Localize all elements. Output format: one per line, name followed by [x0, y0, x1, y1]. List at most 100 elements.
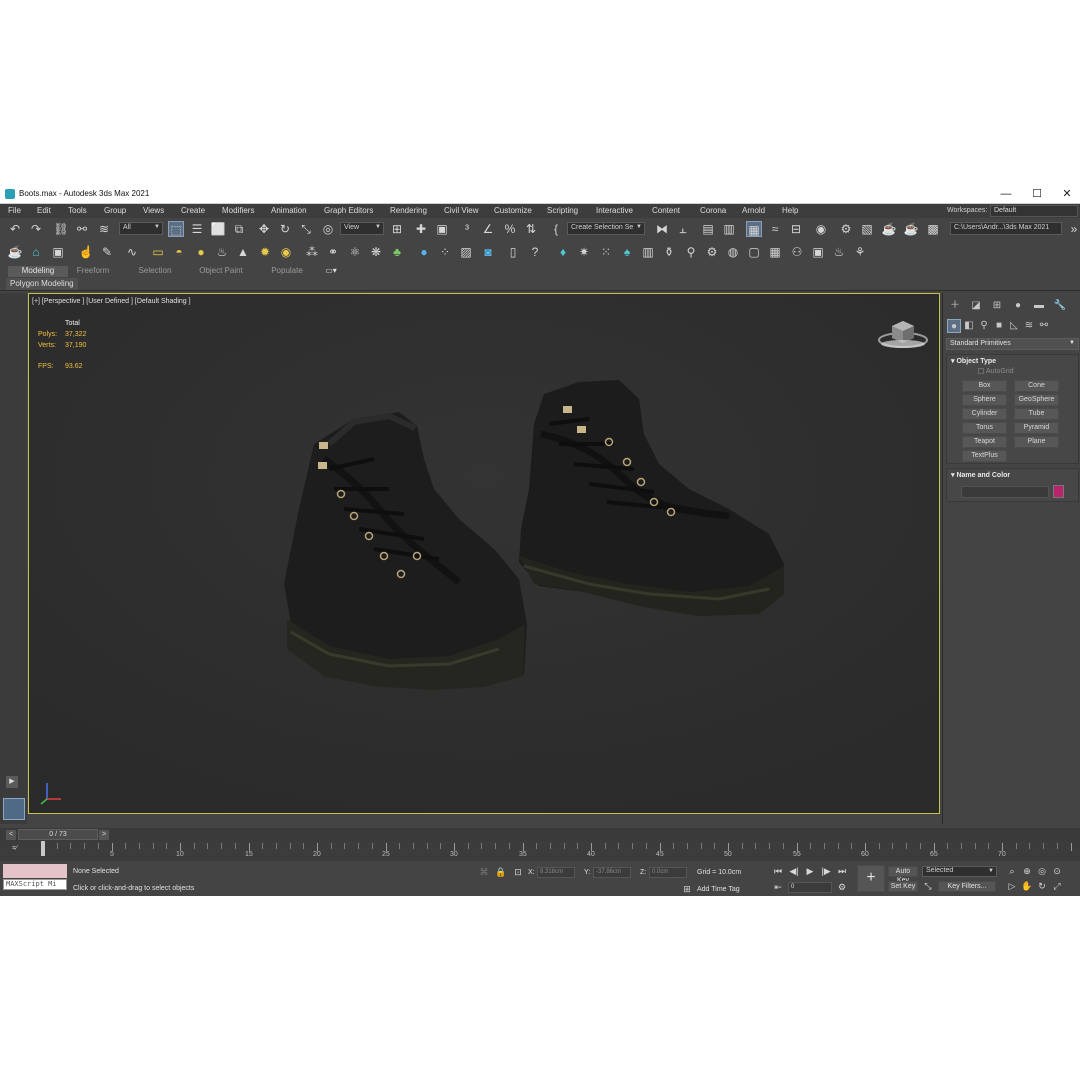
molecule-icon[interactable]: ⚭: [325, 244, 341, 260]
z-coordinate-field[interactable]: 0.0cm: [649, 867, 687, 878]
toggle-ribbon-icon[interactable]: ▦: [746, 221, 762, 237]
maximize-viewport-icon[interactable]: ⤢: [1051, 880, 1063, 892]
move-icon[interactable]: ✥: [256, 221, 272, 237]
key-mode-dropdown[interactable]: Selected ▼: [922, 866, 997, 877]
percent-snap-icon[interactable]: %: [502, 221, 518, 237]
home-icon[interactable]: ⌂: [28, 244, 44, 260]
teapot-button[interactable]: Teapot: [962, 436, 1007, 448]
field-of-view-icon[interactable]: ▷: [1006, 880, 1018, 892]
set-key-button[interactable]: Set Key: [888, 881, 918, 892]
geosphere-button[interactable]: GeoSphere: [1014, 394, 1059, 406]
render-iterative-icon[interactable]: ☕: [903, 221, 919, 237]
sphere-map-icon[interactable]: ◍: [725, 244, 741, 260]
sun-light-icon[interactable]: ✷: [576, 244, 592, 260]
render-production-icon[interactable]: ☕: [881, 221, 897, 237]
time-slider-thumb[interactable]: 0 / 73: [18, 829, 98, 840]
textplus-button[interactable]: TextPlus: [962, 450, 1007, 462]
previous-frame-icon[interactable]: <: [6, 830, 16, 840]
network-icon[interactable]: ⚇: [789, 244, 805, 260]
zoom-extents-all-icon[interactable]: ⊙: [1051, 865, 1063, 877]
menu-corona[interactable]: Corona: [700, 206, 726, 215]
maxscript-listener-input[interactable]: MAXScript Mi: [3, 879, 67, 890]
select-object-icon[interactable]: ⬚: [168, 221, 184, 237]
menu-interactive[interactable]: Interactive: [596, 206, 633, 215]
photo-icon[interactable]: ▨: [458, 244, 474, 260]
menu-arnold[interactable]: Arnold: [742, 206, 765, 215]
play-icon[interactable]: ▶: [804, 865, 816, 877]
menu-rendering[interactable]: Rendering: [390, 206, 427, 215]
tab-modeling[interactable]: Modeling: [8, 266, 68, 277]
motion-tab-icon[interactable]: ●: [1011, 299, 1025, 313]
add-time-tag[interactable]: Add Time Tag: [697, 886, 740, 893]
plant-icon[interactable]: ♣: [389, 244, 405, 260]
menu-graph-editors[interactable]: Graph Editors: [324, 206, 373, 215]
name-and-color-header[interactable]: ▾ Name and Color: [951, 471, 1010, 479]
y-coordinate-field[interactable]: -37.86cm: [593, 867, 631, 878]
teapot-primitive-icon[interactable]: ♨: [214, 244, 230, 260]
tube-button[interactable]: Tube: [1014, 408, 1059, 420]
tab-selection[interactable]: Selection: [132, 266, 178, 277]
select-manipulate-icon[interactable]: ✚: [413, 221, 429, 237]
modify-tab-icon[interactable]: ◪: [969, 299, 983, 313]
lights-icon[interactable]: ⚲: [977, 319, 991, 333]
teapot-render-icon[interactable]: ♨: [831, 244, 847, 260]
scatter-grid-icon[interactable]: ⁙: [598, 244, 614, 260]
maximize-button[interactable]: ☐: [1027, 186, 1047, 202]
plane-button[interactable]: Plane: [1014, 436, 1059, 448]
go-to-end-icon[interactable]: ⏭: [836, 865, 848, 877]
cylinder-button[interactable]: Cylinder: [962, 408, 1007, 420]
angle-snap-icon[interactable]: ∠: [480, 221, 496, 237]
project-folder-dropdown[interactable]: C:\Users\Andr...\3ds Max 2021: [950, 222, 1062, 235]
next-key-icon[interactable]: |▶: [820, 865, 832, 877]
menu-help[interactable]: Help: [782, 206, 798, 215]
bind-space-warp-icon[interactable]: ≋: [96, 221, 112, 237]
pan-icon[interactable]: ✋: [1021, 880, 1033, 892]
forest-icon[interactable]: ♠: [619, 244, 635, 260]
snaps-toggle-icon[interactable]: ³: [459, 221, 475, 237]
hierarchy-tab-icon[interactable]: ⊞: [990, 299, 1004, 313]
redo-icon[interactable]: ↷: [28, 221, 44, 237]
link-icon[interactable]: ⛓: [53, 221, 69, 237]
add-time-tag-icon[interactable]: ⊞: [681, 883, 693, 895]
x-coordinate-field[interactable]: 8.318cm: [537, 867, 575, 878]
window-crossing-icon[interactable]: ⧉: [231, 221, 247, 237]
menu-create[interactable]: Create: [181, 206, 205, 215]
rectangular-selection-icon[interactable]: ⬜: [210, 221, 226, 237]
unlink-icon[interactable]: ⚯: [74, 221, 90, 237]
menu-scripting[interactable]: Scripting: [547, 206, 578, 215]
gear-icon[interactable]: ⚙: [704, 244, 720, 260]
schematic-view-icon[interactable]: ⊟: [788, 221, 804, 237]
render-in-cloud-icon[interactable]: ▩: [925, 221, 941, 237]
render-region-icon[interactable]: ▣: [810, 244, 826, 260]
spinner-snap-icon[interactable]: ⇅: [523, 221, 539, 237]
time-cursor[interactable]: [41, 841, 45, 856]
next-frame-icon[interactable]: >: [99, 830, 109, 840]
isolate-selection-icon[interactable]: ⌘: [478, 866, 490, 878]
menu-civil-view[interactable]: Civil View: [444, 206, 479, 215]
trackbar[interactable]: ⌗⁄ 5 10 15 20 25 30 35 40 45 50 55 60 65…: [0, 841, 1080, 861]
toolbar-overflow-icon[interactable]: »: [1066, 221, 1080, 237]
cone-icon[interactable]: ▲: [235, 244, 251, 260]
workspaces-select[interactable]: Default: [990, 205, 1078, 217]
cameras-icon[interactable]: ■: [992, 319, 1006, 333]
shapes-icon[interactable]: ◧: [962, 319, 976, 333]
hand-icon[interactable]: ☝: [78, 244, 94, 260]
color-dots-icon[interactable]: ⁘: [437, 244, 453, 260]
cone-button[interactable]: Cone: [1014, 380, 1059, 392]
sphere-button[interactable]: Sphere: [962, 394, 1007, 406]
set-key-big-button[interactable]: +: [857, 865, 885, 892]
selection-set-dropdown[interactable]: Create Selection Se ▼: [567, 222, 645, 235]
time-configuration-icon[interactable]: ⚙: [836, 881, 848, 893]
proxy-icon[interactable]: ⚛: [347, 244, 363, 260]
menu-customize[interactable]: Customize: [494, 206, 532, 215]
select-by-name-icon[interactable]: ☰: [189, 221, 205, 237]
wave-icon[interactable]: ∿: [124, 244, 140, 260]
torus-button[interactable]: Torus: [962, 422, 1007, 434]
object-color-swatch[interactable]: [1053, 485, 1064, 498]
tab-populate[interactable]: Populate: [264, 266, 310, 277]
rendered-frame-window-icon[interactable]: ▧: [859, 221, 875, 237]
pyramid-button[interactable]: Pyramid: [1014, 422, 1059, 434]
material-editor-icon[interactable]: ◉: [813, 221, 829, 237]
tab-freeform[interactable]: Freeform: [70, 266, 116, 277]
autogrid-checkbox[interactable]: AutoGrid: [978, 368, 1014, 375]
